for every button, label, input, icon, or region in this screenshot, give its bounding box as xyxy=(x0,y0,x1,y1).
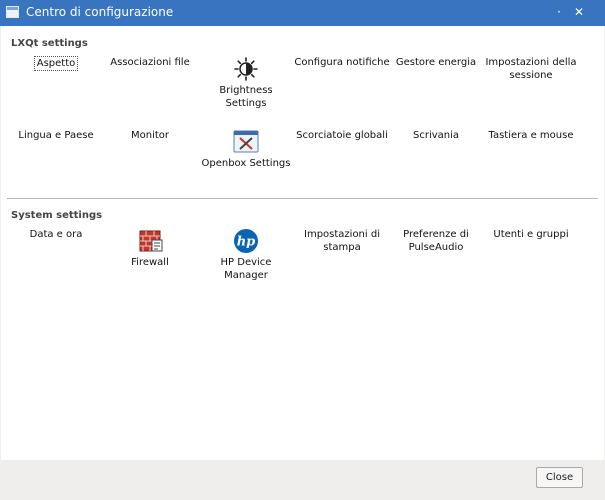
item-impostazioni-sessione[interactable]: Impostazioni della sessione xyxy=(483,56,579,82)
section-system-label: System settings xyxy=(11,210,103,221)
item-monitor[interactable]: Monitor xyxy=(102,129,198,142)
item-brightness-settings[interactable]: Brightness Settings xyxy=(198,56,294,110)
item-associazioni-file[interactable]: Associazioni file xyxy=(102,56,198,69)
item-scorciatoie-globali[interactable]: Scorciatoie globali xyxy=(294,129,390,142)
item-label: Utenti e gruppi xyxy=(493,229,569,240)
section-divider xyxy=(7,198,598,200)
item-gestore-energia[interactable]: Gestore energia xyxy=(388,56,484,69)
item-label: Gestore energia xyxy=(395,57,477,68)
item-lingua-paese[interactable]: Lingua e Paese xyxy=(8,129,104,142)
item-data-ora[interactable]: Data e ora xyxy=(8,228,104,241)
openbox-icon xyxy=(233,129,259,155)
hp-logo-text: hp xyxy=(237,235,256,250)
item-label: Brightness Settings xyxy=(219,85,273,109)
item-utenti-gruppi[interactable]: Utenti e gruppi xyxy=(483,228,579,241)
window-title: Centro di configurazione xyxy=(26,5,174,19)
close-window-button[interactable]: ✕ xyxy=(571,4,587,20)
item-scrivania[interactable]: Scrivania xyxy=(388,129,484,142)
item-configura-notifiche[interactable]: Configura notifiche xyxy=(294,56,390,69)
section-lxqt-label: LXQt settings xyxy=(11,38,88,49)
minimize-button[interactable]: · xyxy=(551,4,567,20)
brightness-icon xyxy=(233,56,259,82)
close-button[interactable]: Close xyxy=(536,467,583,488)
item-impostazioni-stampa[interactable]: Impostazioni di stampa xyxy=(294,228,390,254)
item-tastiera-mouse[interactable]: Tastiera e mouse xyxy=(483,129,579,142)
item-label: Monitor xyxy=(130,130,169,141)
dialog-footer: Close xyxy=(0,460,605,500)
item-label: Lingua e Paese xyxy=(18,130,94,141)
item-label: Impostazioni della sessione xyxy=(485,57,577,81)
item-label: Scorciatoie globali xyxy=(296,130,388,141)
item-label: Openbox Settings xyxy=(201,158,291,169)
item-label: Associazioni file xyxy=(110,57,190,68)
item-label: Firewall xyxy=(131,257,169,268)
item-label: Scrivania xyxy=(412,130,460,141)
item-label: Tastiera e mouse xyxy=(488,130,574,141)
title-bar: Centro di configurazione · ✕ xyxy=(0,0,605,26)
firewall-icon xyxy=(137,228,163,254)
item-label: Aspetto xyxy=(33,56,79,71)
item-firewall[interactable]: Firewall xyxy=(102,228,198,269)
item-label: Preferenze di PulseAudio xyxy=(403,229,469,253)
window-icon xyxy=(6,6,19,18)
item-label: Configura notifiche xyxy=(294,57,390,68)
item-label: Impostazioni di stampa xyxy=(304,229,380,253)
settings-panel: LXQt settings Aspetto Associazioni file … xyxy=(1,26,604,460)
item-aspetto[interactable]: Aspetto xyxy=(8,56,104,71)
hp-logo-icon: hp xyxy=(233,228,259,254)
item-openbox-settings[interactable]: Openbox Settings xyxy=(198,129,294,170)
item-label: Data e ora xyxy=(29,229,83,240)
item-hp-device-manager[interactable]: hp HP Device Manager xyxy=(198,228,294,282)
item-preferenze-pulseaudio[interactable]: Preferenze di PulseAudio xyxy=(388,228,484,254)
item-label: HP Device Manager xyxy=(220,257,272,281)
